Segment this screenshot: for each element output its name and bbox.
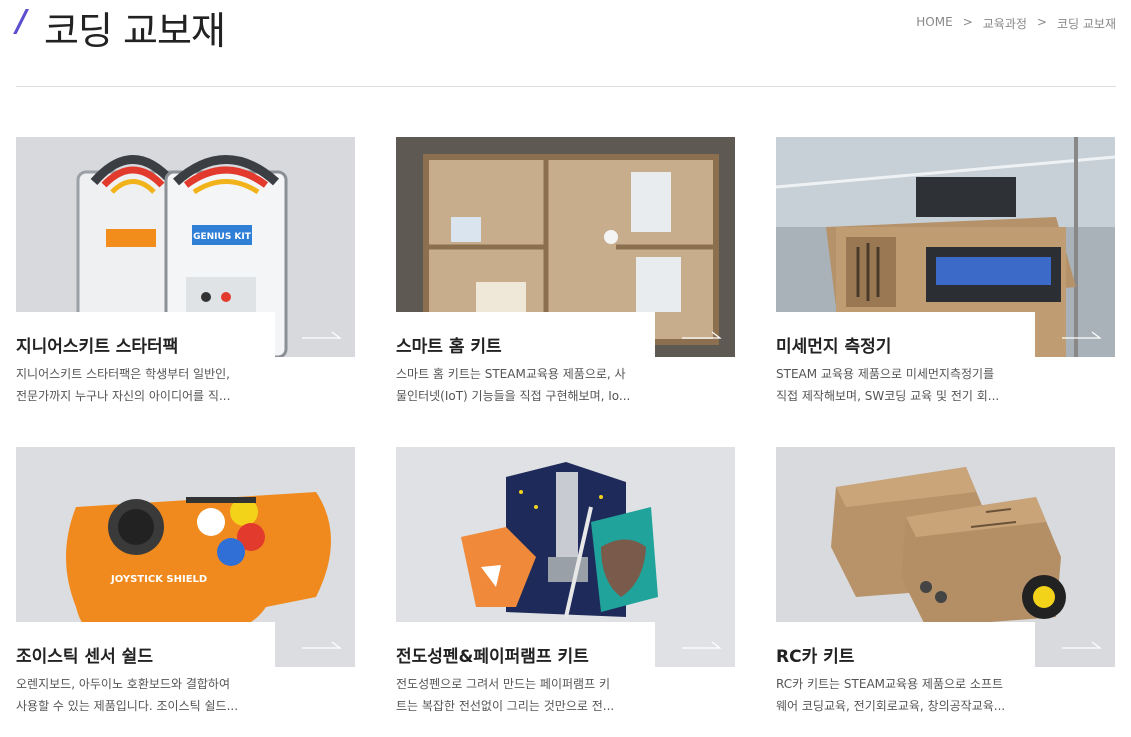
title-slash-accent: / <box>16 4 27 39</box>
product-card-dust-sensor[interactable]: 미세먼지 측정기 STEAM 교육용 제품으로 미세먼지측정기를 직접 제작해보… <box>776 137 1116 427</box>
product-title[interactable]: RC카 키트 <box>776 642 854 667</box>
product-description: 스마트 홈 키트는 STEAM교육용 제품으로, 사 물인터넷(IoT) 기능들… <box>396 363 636 407</box>
breadcrumb: HOME > 교육과정 > 코딩 교보재 <box>916 15 1116 32</box>
product-description-line: 스마트 홈 키트는 STEAM교육용 제품으로, 사 <box>396 367 626 381</box>
product-card-smart-home[interactable]: 스마트 홈 키트 스마트 홈 키트는 STEAM교육용 제품으로, 사 물인터넷… <box>396 137 736 427</box>
product-title[interactable]: 지니어스키트 스타터팩 <box>16 332 178 357</box>
product-description-line: 물인터넷(IoT) 기능들을 직접 구현해보며, Io... <box>396 389 631 403</box>
product-description-line: 직접 제작해보며, SW코딩 교육 및 전기 회... <box>776 389 1000 403</box>
arrow-right-icon[interactable] <box>1062 639 1102 649</box>
product-description: STEAM 교육용 제품으로 미세먼지측정기를 직접 제작해보며, SW코딩 교… <box>776 363 1016 407</box>
product-card-genius-kit[interactable]: GENIUS KIT 지니어스키트 스타터팩 지니어스키트 스타터팩은 학생부터… <box>16 137 356 427</box>
product-description-line: 웨어 코딩교육, 전기회로교육, 창의공작교육... <box>776 699 1006 713</box>
breadcrumb-current: 코딩 교보재 <box>1056 17 1116 31</box>
arrow-right-icon[interactable] <box>302 639 342 649</box>
arrow-right-icon[interactable] <box>302 329 342 339</box>
arrow-right-icon[interactable] <box>682 329 722 339</box>
product-title[interactable]: 미세먼지 측정기 <box>776 332 891 357</box>
product-description: RC카 키트는 STEAM교육용 제품으로 소프트 웨어 코딩교육, 전기회로교… <box>776 673 1016 717</box>
breadcrumb-curriculum[interactable]: 교육과정 <box>983 15 1027 32</box>
page-title: 코딩 교보재 <box>44 9 226 53</box>
product-description: 전도성펜으로 그려서 만드는 페이퍼램프 키 트는 복잡한 전선없이 그리는 것… <box>396 673 636 717</box>
product-card-joystick-shield[interactable]: JOYSTICK SHIELD 조이스틱 센서 쉴드 오렌지보드, 아두이노 호… <box>16 447 356 737</box>
product-description-line: 전도성펜으로 그려서 만드는 페이퍼램프 키 <box>396 677 610 691</box>
arrow-right-icon[interactable] <box>682 639 722 649</box>
product-description: 지니어스키트 스타터팩은 학생부터 일반인, 전문가까지 누구나 자신의 아이디… <box>16 363 256 407</box>
page-header: / 코딩 교보재 HOME > 교육과정 > 코딩 교보재 <box>16 0 1116 87</box>
breadcrumb-home[interactable]: HOME <box>916 15 952 32</box>
product-description-line: 지니어스키트 스타터팩은 학생부터 일반인, <box>16 367 230 381</box>
product-description-line: 전문가까지 누구나 자신의 아이디어를 직... <box>16 389 231 403</box>
product-description-line: 오렌지보드, 아두이노 호환보드와 결합하여 <box>16 677 230 691</box>
product-title[interactable]: 전도성펜&페이퍼램프 키트 <box>396 642 589 667</box>
product-description-line: RC카 키트는 STEAM교육용 제품으로 소프트 <box>776 677 1004 691</box>
product-title[interactable]: 스마트 홈 키트 <box>396 332 502 357</box>
product-card-paper-lamp[interactable]: 전도성펜&페이퍼램프 키트 전도성펜으로 그려서 만드는 페이퍼램프 키 트는 … <box>396 447 736 737</box>
product-description-line: STEAM 교육용 제품으로 미세먼지측정기를 <box>776 367 995 381</box>
genius-kit-logo-text: GENIUS KIT <box>193 232 252 242</box>
joystick-logo-text: JOYSTICK SHIELD <box>110 574 207 585</box>
breadcrumb-separator: > <box>962 15 973 29</box>
product-description: 오렌지보드, 아두이노 호환보드와 결합하여 사용할 수 있는 제품입니다. 조… <box>16 673 256 717</box>
breadcrumb-separator: > <box>1036 15 1047 29</box>
arrow-right-icon[interactable] <box>1062 329 1102 339</box>
product-description-line: 트는 복잡한 전선없이 그리는 것만으로 전... <box>396 699 615 713</box>
product-card-rc-car[interactable]: RC카 키트 RC카 키트는 STEAM교육용 제품으로 소프트 웨어 코딩교육… <box>776 447 1116 737</box>
product-description-line: 사용할 수 있는 제품입니다. 조이스틱 쉴드... <box>16 699 239 713</box>
product-title[interactable]: 조이스틱 센서 쉴드 <box>16 642 153 667</box>
